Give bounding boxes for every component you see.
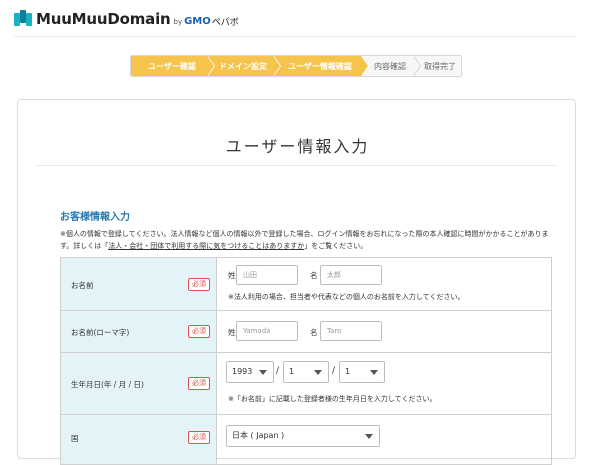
- date-separator: /: [276, 366, 280, 376]
- header-divider: [14, 36, 576, 37]
- birthday-label: 生年月日(年 / 月 / 日): [71, 380, 144, 389]
- birth-day-select[interactable]: 1: [339, 361, 385, 383]
- value-cell: 姓 Yamada 名 Taro: [217, 311, 551, 352]
- value-cell: 日本 ( Japan ): [217, 415, 551, 464]
- birth-year-value: 1993: [232, 367, 253, 376]
- birth-day-value: 1: [345, 367, 351, 376]
- gmo-logo: GMO: [184, 15, 211, 27]
- brand-by: by: [173, 18, 183, 26]
- country-select[interactable]: 日本 ( Japan ): [226, 425, 380, 447]
- value-cell: 姓 山田 名 太郎 ※法人利用の場合、担当者や代表などの個人のお名前を入力してく…: [217, 258, 551, 310]
- first-name-roman-label: 名: [310, 328, 318, 337]
- row-country: 国 必須 日本 ( Japan ): [60, 415, 552, 465]
- step-label: ドメイン設定: [219, 61, 267, 71]
- required-badge: 必須: [188, 278, 210, 291]
- name-hint: ※法人利用の場合、担当者や代表などの個人のお名前を入力してください。: [228, 293, 465, 301]
- title-divider: [35, 165, 558, 166]
- country-value: 日本 ( Japan ): [232, 431, 285, 440]
- label-cell: 国 必須: [61, 415, 217, 464]
- row-name-roman: お名前(ローマ字) 必須 姓 Yamada 名 Taro: [60, 311, 552, 353]
- first-name-input[interactable]: 太郎: [320, 265, 382, 285]
- muumuu-logo-icon: [14, 10, 32, 28]
- country-label: 国: [71, 434, 79, 443]
- user-info-form: お名前 必須 姓 山田 名 太郎 ※法人利用の場合、担当者や代表などの個人のお名…: [60, 257, 552, 465]
- row-name: お名前 必須 姓 山田 名 太郎 ※法人利用の場合、担当者や代表などの個人のお名…: [60, 257, 552, 311]
- required-badge: 必須: [188, 431, 210, 444]
- name-label: お名前: [71, 281, 94, 290]
- required-badge: 必須: [188, 377, 210, 390]
- step-label: 内容確認: [374, 61, 406, 71]
- name-roman-label: お名前(ローマ字): [71, 328, 130, 337]
- last-name-roman-input[interactable]: Yamada: [236, 321, 298, 341]
- last-name-roman-label: 姓: [228, 328, 236, 337]
- label-cell: 生年月日(年 / 月 / 日) 必須: [61, 353, 217, 414]
- label-cell: お名前(ローマ字) 必須: [61, 311, 217, 352]
- notice-text: ※個人の情報で登録してください。法人情報など個人の情報以外で登録した場合、ログイ…: [60, 228, 560, 252]
- step-label: 取得完了: [424, 61, 456, 71]
- row-birthday: 生年月日(年 / 月 / 日) 必須 1993 / 1 / 1 ※「お名前」に記…: [60, 353, 552, 415]
- required-badge: 必須: [188, 325, 210, 338]
- notice-part-2: 」をご覧ください。: [304, 242, 368, 250]
- brand-name: MuuMuuDomain: [36, 10, 171, 28]
- step-label: ユーザー情報確認: [288, 61, 352, 71]
- step-user-confirm: ユーザー確認: [131, 56, 215, 76]
- last-name-label: 姓: [228, 271, 236, 280]
- corporate-usage-link[interactable]: 法人・会社・団体で利用する際に気をつけることはありますか: [108, 242, 304, 250]
- birth-year-select[interactable]: 1993: [226, 361, 274, 383]
- chevron-down-icon: [370, 370, 378, 375]
- chevron-down-icon: [365, 434, 373, 439]
- section-title: お客様情報入力: [60, 212, 130, 223]
- birthday-hint: ※「お名前」に記載した登録者様の生年月日を入力してください。: [228, 395, 437, 403]
- last-name-input[interactable]: 山田: [236, 265, 298, 285]
- progress-steps: ユーザー確認 ドメイン設定 ユーザー情報確認 内容確認 取得完了: [130, 55, 462, 77]
- first-name-roman-input[interactable]: Taro: [320, 321, 382, 341]
- chevron-down-icon: [259, 370, 267, 375]
- first-name-label: 名: [310, 271, 318, 280]
- birth-month-value: 1: [289, 367, 295, 376]
- step-user-info: ユーザー情報確認: [273, 56, 369, 76]
- step-label: ユーザー確認: [148, 61, 196, 71]
- logo[interactable]: MuuMuuDomain by GMO ペパボ: [14, 10, 239, 28]
- chevron-down-icon: [314, 370, 322, 375]
- page-title: ユーザー情報入力: [225, 137, 370, 156]
- site-header: MuuMuuDomain by GMO ペパボ: [0, 0, 589, 40]
- pepabo-logo: ペパボ: [211, 18, 239, 28]
- form-card: ユーザー情報入力 お客様情報入力 ※個人の情報で登録してください。法人情報など個…: [17, 99, 576, 465]
- date-separator: /: [332, 366, 336, 376]
- step-domain-setting: ドメイン設定: [207, 56, 281, 76]
- label-cell: お名前 必須: [61, 258, 217, 310]
- birth-month-select[interactable]: 1: [283, 361, 329, 383]
- value-cell: 1993 / 1 / 1 ※「お名前」に記載した登録者様の生年月日を入力してくだ…: [217, 353, 551, 414]
